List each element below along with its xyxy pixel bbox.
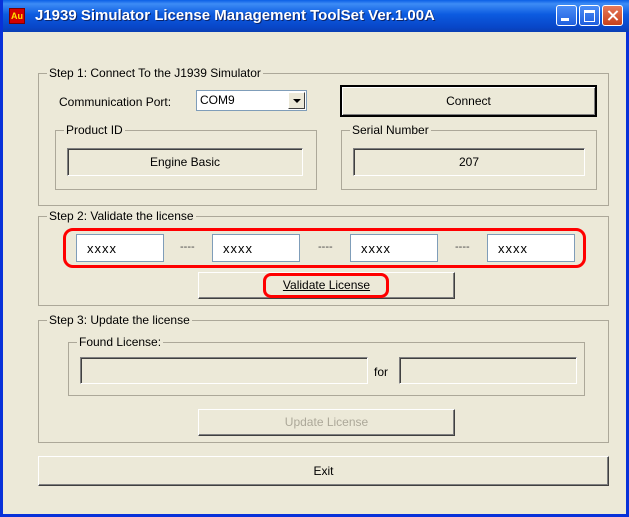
maximize-button[interactable] [579,5,600,26]
key-separator: ---- [318,241,333,253]
communication-port-value: COM9 [200,93,235,107]
exit-button-label: Exit [313,464,334,478]
step1-legend: Step 1: Connect To the J1939 Simulator [47,66,263,80]
key-separator: ---- [180,241,195,253]
step3-legend: Step 3: Update the license [47,313,192,327]
product-id-value: Engine Basic [149,155,221,169]
communication-port-label: Communication Port: [59,95,172,109]
app-icon[interactable]: Au [9,8,25,24]
validate-license-button[interactable]: Validate License [198,272,455,299]
window-title: J1939 Simulator License Management ToolS… [35,7,435,24]
license-key-field-4[interactable]: xxxx [487,234,575,262]
communication-port-select[interactable]: COM9 [196,90,307,111]
license-key-4-value: xxxx [498,241,528,256]
license-key-field-2[interactable]: xxxx [212,234,300,262]
chevron-down-icon[interactable] [288,92,305,109]
found-license-legend: Found License: [77,335,164,349]
product-id-field: Engine Basic [67,148,303,176]
connect-button-label: Connect [446,94,491,108]
license-for-field[interactable] [399,357,577,384]
minimize-button[interactable] [556,5,577,26]
license-key-3-value: xxxx [361,241,391,256]
update-license-label: Update License [284,415,369,429]
product-id-legend: Product ID [64,123,125,137]
for-label: for [374,365,389,379]
step2-legend: Step 2: Validate the license [47,209,196,223]
validate-license-label: Validate License [282,278,371,292]
license-key-field-1[interactable]: xxxx [76,234,164,262]
update-license-button[interactable]: Update License [198,409,455,436]
serial-number-legend: Serial Number [350,123,431,137]
license-key-field-3[interactable]: xxxx [350,234,438,262]
exit-button[interactable]: Exit [38,456,609,486]
title-bar[interactable]: Au J1939 Simulator License Management To… [3,0,629,32]
connect-button[interactable]: Connect [340,85,597,117]
found-license-field[interactable] [80,357,368,384]
key-separator: ---- [455,241,470,253]
license-key-2-value: xxxx [223,241,253,256]
serial-number-value: 207 [458,155,480,169]
license-key-1-value: xxxx [87,241,117,256]
serial-number-field: 207 [353,148,585,176]
close-button[interactable] [602,5,623,26]
